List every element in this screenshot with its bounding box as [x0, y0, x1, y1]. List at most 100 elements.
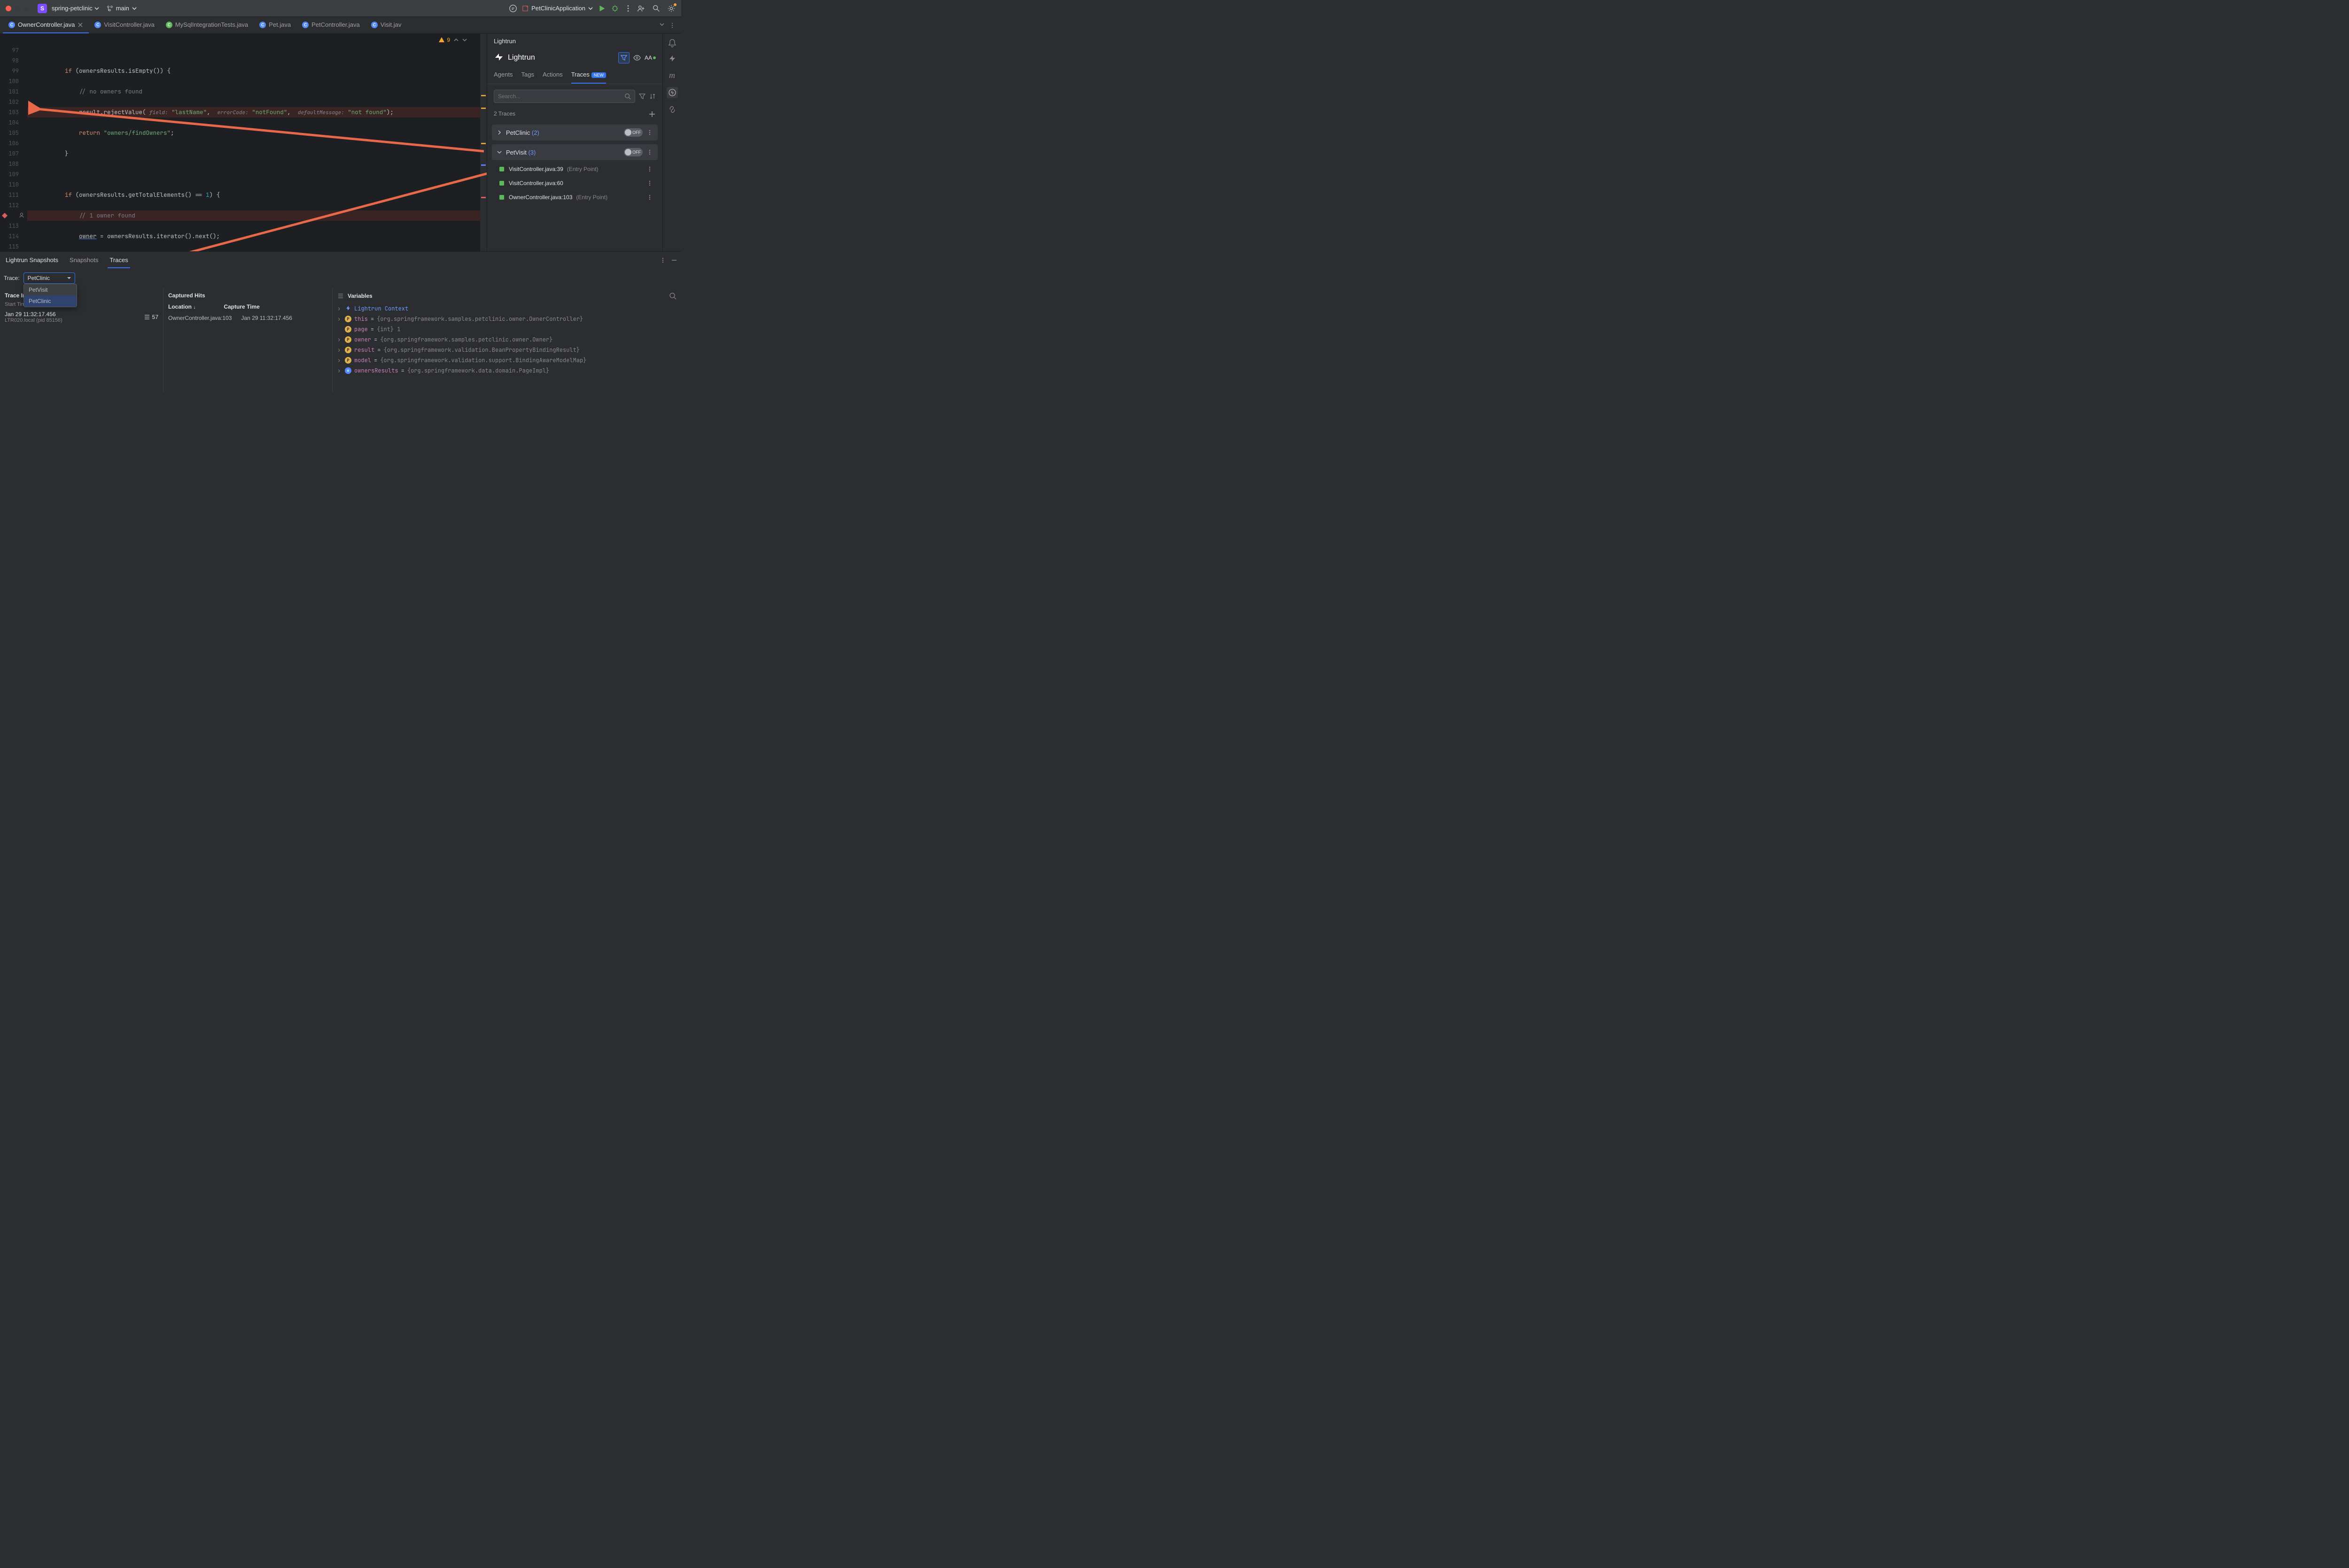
run-config-selector[interactable]: PetClinicApplication	[522, 5, 593, 12]
search-icon[interactable]	[669, 292, 677, 300]
chevron-up-icon[interactable]	[454, 38, 459, 42]
more-icon[interactable]	[660, 257, 666, 264]
tab-visit-controller[interactable]: C VisitController.java	[89, 17, 160, 33]
java-class-icon: C	[166, 22, 172, 28]
column-header: Captured Hits	[168, 290, 327, 302]
notifications-icon[interactable]	[668, 39, 677, 48]
close-icon[interactable]	[78, 22, 83, 28]
maximize-window[interactable]	[23, 6, 29, 11]
link-icon[interactable]	[668, 105, 677, 114]
author-icon[interactable]	[19, 212, 24, 218]
maven-icon[interactable]: m	[669, 70, 675, 80]
chevron-right-icon	[497, 130, 502, 135]
vcs-branch-selector[interactable]: main	[107, 5, 137, 12]
lightrun-context-icon	[345, 305, 351, 312]
tabs-dropdown-icon[interactable]	[660, 22, 664, 27]
tab-traces[interactable]: TracesNEW	[571, 71, 606, 84]
branch-name-label: main	[116, 5, 129, 12]
lightrun-active-icon[interactable]	[667, 87, 678, 98]
scrollbar-overview[interactable]	[480, 34, 487, 251]
warnings-badge[interactable]: 9	[438, 37, 467, 43]
more-icon[interactable]	[669, 22, 676, 29]
variables-column: Variables › Lightrun Context ›Pthis = {o…	[333, 287, 681, 393]
tab-traces[interactable]: Traces	[108, 253, 130, 268]
filter-icon	[621, 54, 627, 61]
variable-row[interactable]: ›Pthis = {org.springframework.samples.pe…	[337, 314, 677, 324]
trace-select[interactable]: PetClinic	[23, 272, 75, 284]
stack-icon	[144, 314, 150, 320]
variable-row[interactable]: ›≡ownersResults = {org.springframework.d…	[337, 365, 677, 376]
search-icon	[624, 93, 631, 100]
right-tool-strip: m	[662, 34, 681, 251]
eye-icon[interactable]	[633, 54, 641, 62]
trace-item[interactable]: VisitController.java:60	[487, 176, 662, 190]
variable-row[interactable]: ›Pmodel = {org.springframework.validatio…	[337, 355, 677, 365]
toggle-off[interactable]: OFF	[624, 148, 643, 156]
lightrun-strip-icon[interactable]	[668, 54, 677, 64]
trace-item[interactable]: OwnerController.java:103 (Entry Point)	[487, 190, 662, 204]
trace-group-petvisit[interactable]: PetVisit (3) OFF	[492, 144, 658, 160]
add-trace-button[interactable]	[648, 110, 656, 118]
settings-button[interactable]	[667, 4, 676, 13]
more-icon[interactable]	[624, 4, 632, 13]
chevron-down-icon	[497, 149, 502, 155]
project-badge: S	[38, 4, 47, 13]
var-context[interactable]: › Lightrun Context	[337, 303, 677, 314]
toggle-off[interactable]: OFF	[624, 128, 643, 137]
tab-mysql-tests[interactable]: C MySqlIntegrationTests.java	[160, 17, 254, 33]
tab-tags[interactable]: Tags	[521, 71, 534, 84]
trace-group-petclinic[interactable]: PetClinic (2) OFF	[492, 124, 658, 140]
run-button[interactable]	[598, 4, 606, 13]
tab-visit[interactable]: C Visit.jav	[366, 17, 407, 33]
tab-pet[interactable]: C Pet.java	[254, 17, 296, 33]
variable-row[interactable]: ›Powner = {org.springframework.samples.p…	[337, 334, 677, 345]
column-header: Variables	[348, 293, 373, 299]
filter-icon[interactable]	[639, 93, 646, 100]
close-window[interactable]	[6, 6, 11, 11]
lightrun-panel: Lightrun Lightrun AA Agents Tags Actions…	[487, 34, 662, 251]
invocation-row[interactable]: Jan 29 11:32:17.456 LTR020.local (pid 85…	[5, 309, 158, 325]
search-field[interactable]	[494, 90, 635, 103]
variables-icon	[337, 293, 344, 299]
tab-pet-controller[interactable]: C PetController.java	[296, 17, 366, 33]
tab-owner-controller[interactable]: C OwnerController.java	[3, 17, 89, 33]
trace-select-label: Trace:	[4, 275, 20, 281]
title-bar: S spring-petclinic main PetClinicApplica…	[0, 0, 681, 17]
breakpoint-diamond-icon[interactable]	[2, 213, 8, 218]
tab-label: Visit.jav	[381, 21, 402, 28]
code-editor[interactable]: 97 98 99 100 101 102 103 104 105 106 107…	[0, 34, 487, 251]
comment-icon[interactable]	[509, 4, 517, 13]
tab-agents[interactable]: Agents	[494, 71, 513, 84]
hit-row[interactable]: OwnerController.java:103 Jan 29 11:32:17…	[168, 313, 327, 323]
debug-button[interactable]	[611, 4, 619, 13]
var-type-icon: P	[345, 347, 351, 353]
sort-icon[interactable]	[649, 93, 656, 100]
trace-item[interactable]: VisitController.java:39 (Entry Point)	[487, 162, 662, 176]
more-icon[interactable]	[646, 129, 653, 136]
code-body[interactable]: if (ownersResults.isEmpty()) { // no own…	[27, 34, 480, 251]
warning-icon	[438, 37, 445, 43]
aa-status[interactable]: AA	[645, 54, 656, 61]
project-selector[interactable]: spring-petclinic	[52, 5, 99, 12]
search-input[interactable]	[498, 93, 624, 100]
variable-row[interactable]: ›Ppage = {int} 1	[337, 324, 677, 334]
more-icon[interactable]	[646, 166, 653, 172]
minimize-window[interactable]	[15, 6, 20, 11]
minimize-icon[interactable]	[671, 257, 677, 264]
tab-snapshots[interactable]: Snapshots	[68, 253, 100, 268]
filter-button[interactable]	[618, 52, 630, 63]
tab-actions[interactable]: Actions	[543, 71, 563, 84]
launch-icon	[522, 5, 529, 12]
variable-row[interactable]: ›Presult = {org.springframework.validati…	[337, 345, 677, 355]
chevron-down-icon	[132, 6, 137, 11]
branch-icon	[107, 5, 113, 12]
dropdown-item[interactable]: PetClinic	[24, 295, 77, 307]
chevron-down-icon[interactable]	[462, 38, 467, 42]
more-icon[interactable]	[646, 194, 653, 201]
more-icon[interactable]	[646, 149, 653, 155]
dropdown-item[interactable]: PetVisit	[24, 284, 77, 295]
search-icon[interactable]	[652, 4, 661, 13]
collaborate-icon[interactable]	[637, 4, 646, 13]
more-icon[interactable]	[646, 180, 653, 186]
bottom-panel: Lightrun Snapshots Snapshots Traces Trac…	[0, 251, 681, 393]
